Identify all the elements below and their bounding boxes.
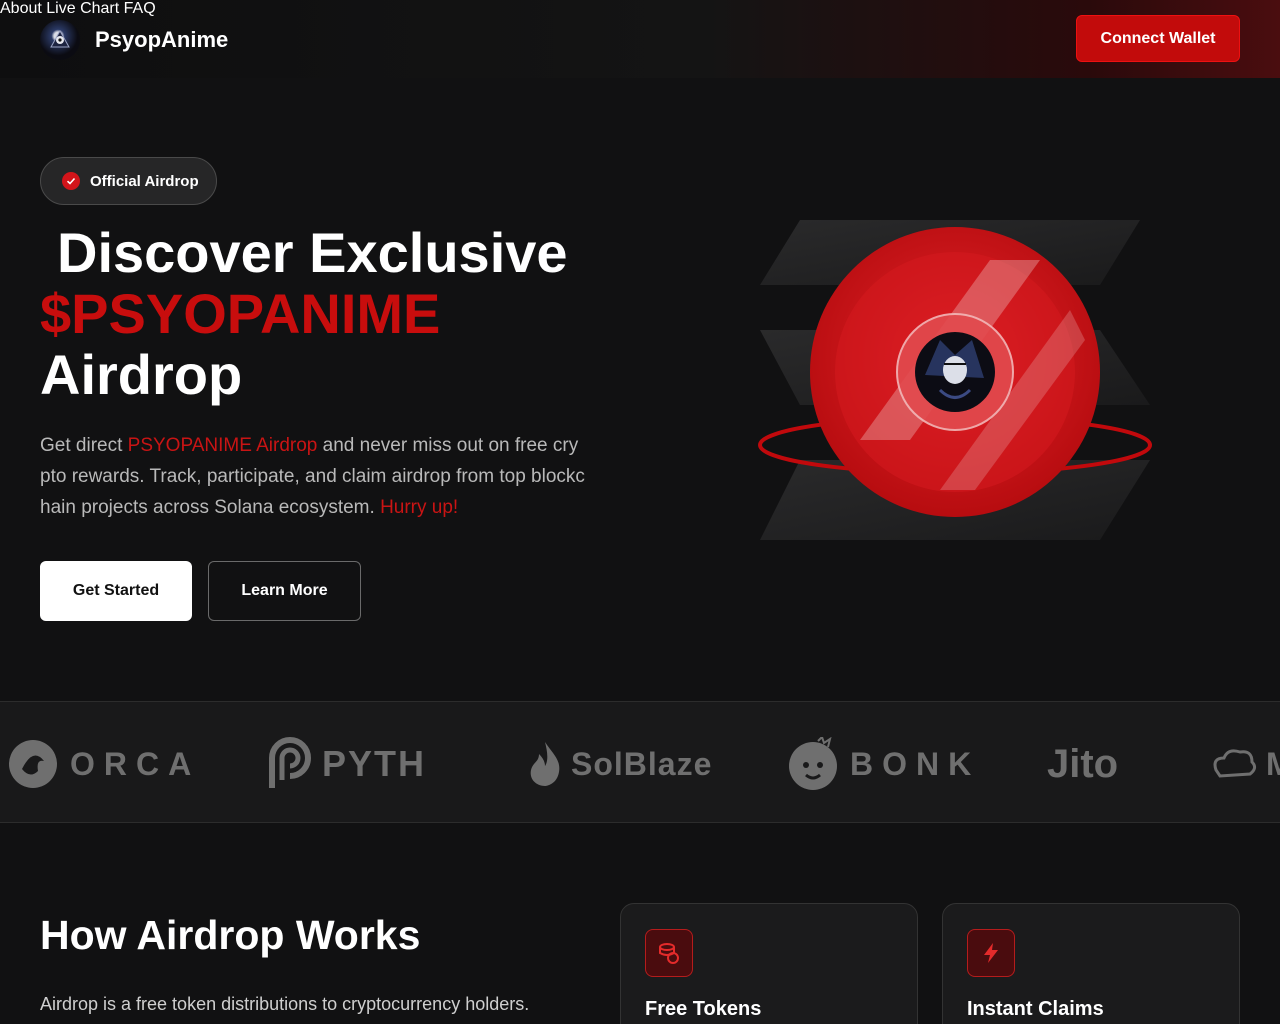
partner-bonk-name: BONK (850, 745, 981, 782)
pyth-icon (269, 737, 311, 788)
partner-pyth-name: PYTH (322, 743, 427, 784)
hero-title-line3: Airdrop (40, 343, 243, 406)
partner-bonk: BONK (788, 737, 981, 790)
connect-wallet-button[interactable]: Connect Wallet (1076, 15, 1240, 62)
partner-orca-name: ORCA (70, 745, 201, 782)
desc-pre: Get direct (40, 435, 128, 456)
learn-more-button[interactable]: Learn More (208, 561, 361, 621)
partner-m: M (1210, 738, 1280, 790)
chef-hat-icon (1213, 749, 1257, 778)
feature-card-instant-claims: Instant Claims (942, 903, 1240, 1024)
partner-pyth: PYTH (266, 737, 427, 790)
hero-description: Get direct PSYOPANIME Airdrop and never … (40, 430, 585, 523)
feature-card-free-tokens: Free Tokens (620, 903, 918, 1024)
how-airdrop-works-desc: Airdrop is a free token distributions to… (40, 994, 530, 1014)
partners-strip: ORCA PYTH SolBlaze BONK Jito M (0, 701, 1280, 823)
nav-faq-link[interactable]: FAQ (124, 0, 156, 17)
logo-avatar-icon (40, 20, 80, 60)
bonk-dog-icon (789, 737, 837, 790)
partner-jito: Jito (1047, 738, 1118, 790)
desc-hurry: Hurry up! (380, 497, 459, 518)
feature-card-title: Free Tokens (645, 998, 762, 1020)
partner-m-name: M (1266, 746, 1280, 783)
nav-live-chart-link[interactable]: Live Chart (46, 0, 119, 17)
coins-icon (645, 929, 693, 977)
brand-name: PsyopAnime (95, 27, 229, 52)
brand-logo[interactable]: PsyopAnime (40, 20, 228, 60)
partner-jito-name: Jito (1047, 741, 1119, 786)
site-header: PsyopAnime About Live Chart FAQ Connect … (0, 0, 1280, 78)
how-airdrop-works-title: How Airdrop Works (40, 912, 421, 958)
official-airdrop-badge: Official Airdrop (40, 157, 217, 205)
desc-highlight: PSYOPANIME Airdrop (127, 435, 318, 456)
partner-orca: ORCA (8, 738, 200, 790)
nav-about-link[interactable]: About (0, 0, 42, 17)
partner-solblaze: SolBlaze (527, 738, 712, 790)
hero-title-line1: Discover Exclusive (57, 221, 568, 284)
hero-title-token: $PSYOPANIME (40, 282, 441, 345)
lightning-icon (967, 929, 1015, 977)
partner-solblaze-name: SolBlaze (571, 745, 713, 782)
hero-title: Discover Exclusive $PSYOPANIME Airdrop (40, 222, 568, 405)
orca-icon (9, 740, 57, 788)
flame-icon (530, 742, 560, 786)
verified-check-icon (62, 172, 80, 190)
hero-coin-illustration (740, 190, 1170, 560)
get-started-button[interactable]: Get Started (40, 561, 192, 621)
feature-card-title: Instant Claims (967, 998, 1104, 1020)
badge-label: Official Airdrop (90, 172, 199, 190)
